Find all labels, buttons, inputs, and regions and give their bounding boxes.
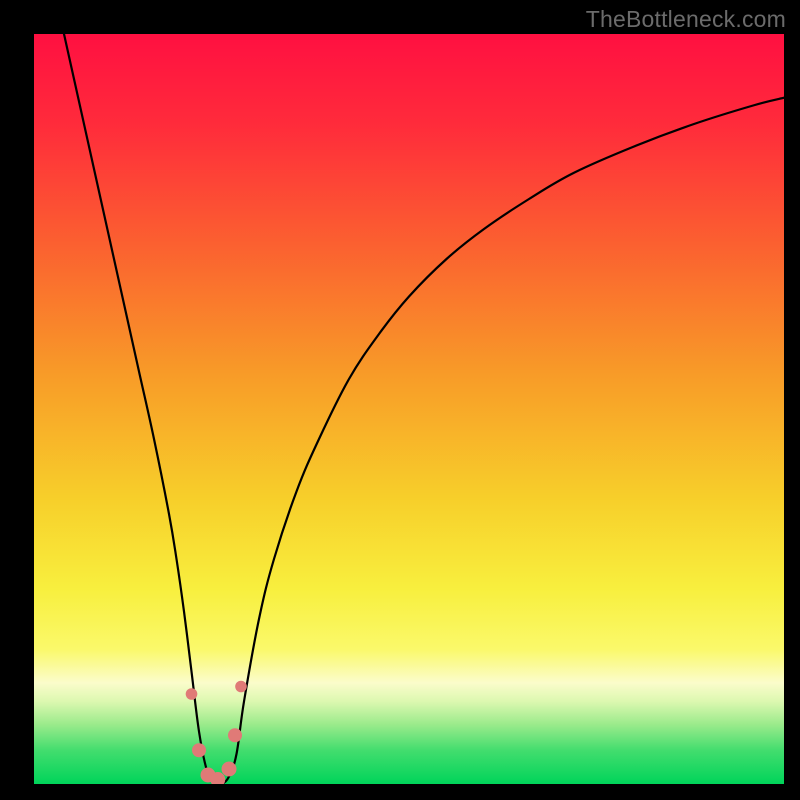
chart-frame: TheBottleneck.com [0, 0, 800, 800]
highlight-marker [235, 681, 247, 693]
highlight-marker [186, 688, 198, 700]
highlight-markers [186, 681, 247, 784]
highlight-marker [222, 762, 237, 777]
highlight-marker [228, 728, 242, 742]
bottleneck-curve [64, 34, 784, 784]
curve-layer [34, 34, 784, 784]
highlight-marker [192, 743, 206, 757]
watermark-text: TheBottleneck.com [586, 6, 786, 33]
plot-area [34, 34, 784, 784]
